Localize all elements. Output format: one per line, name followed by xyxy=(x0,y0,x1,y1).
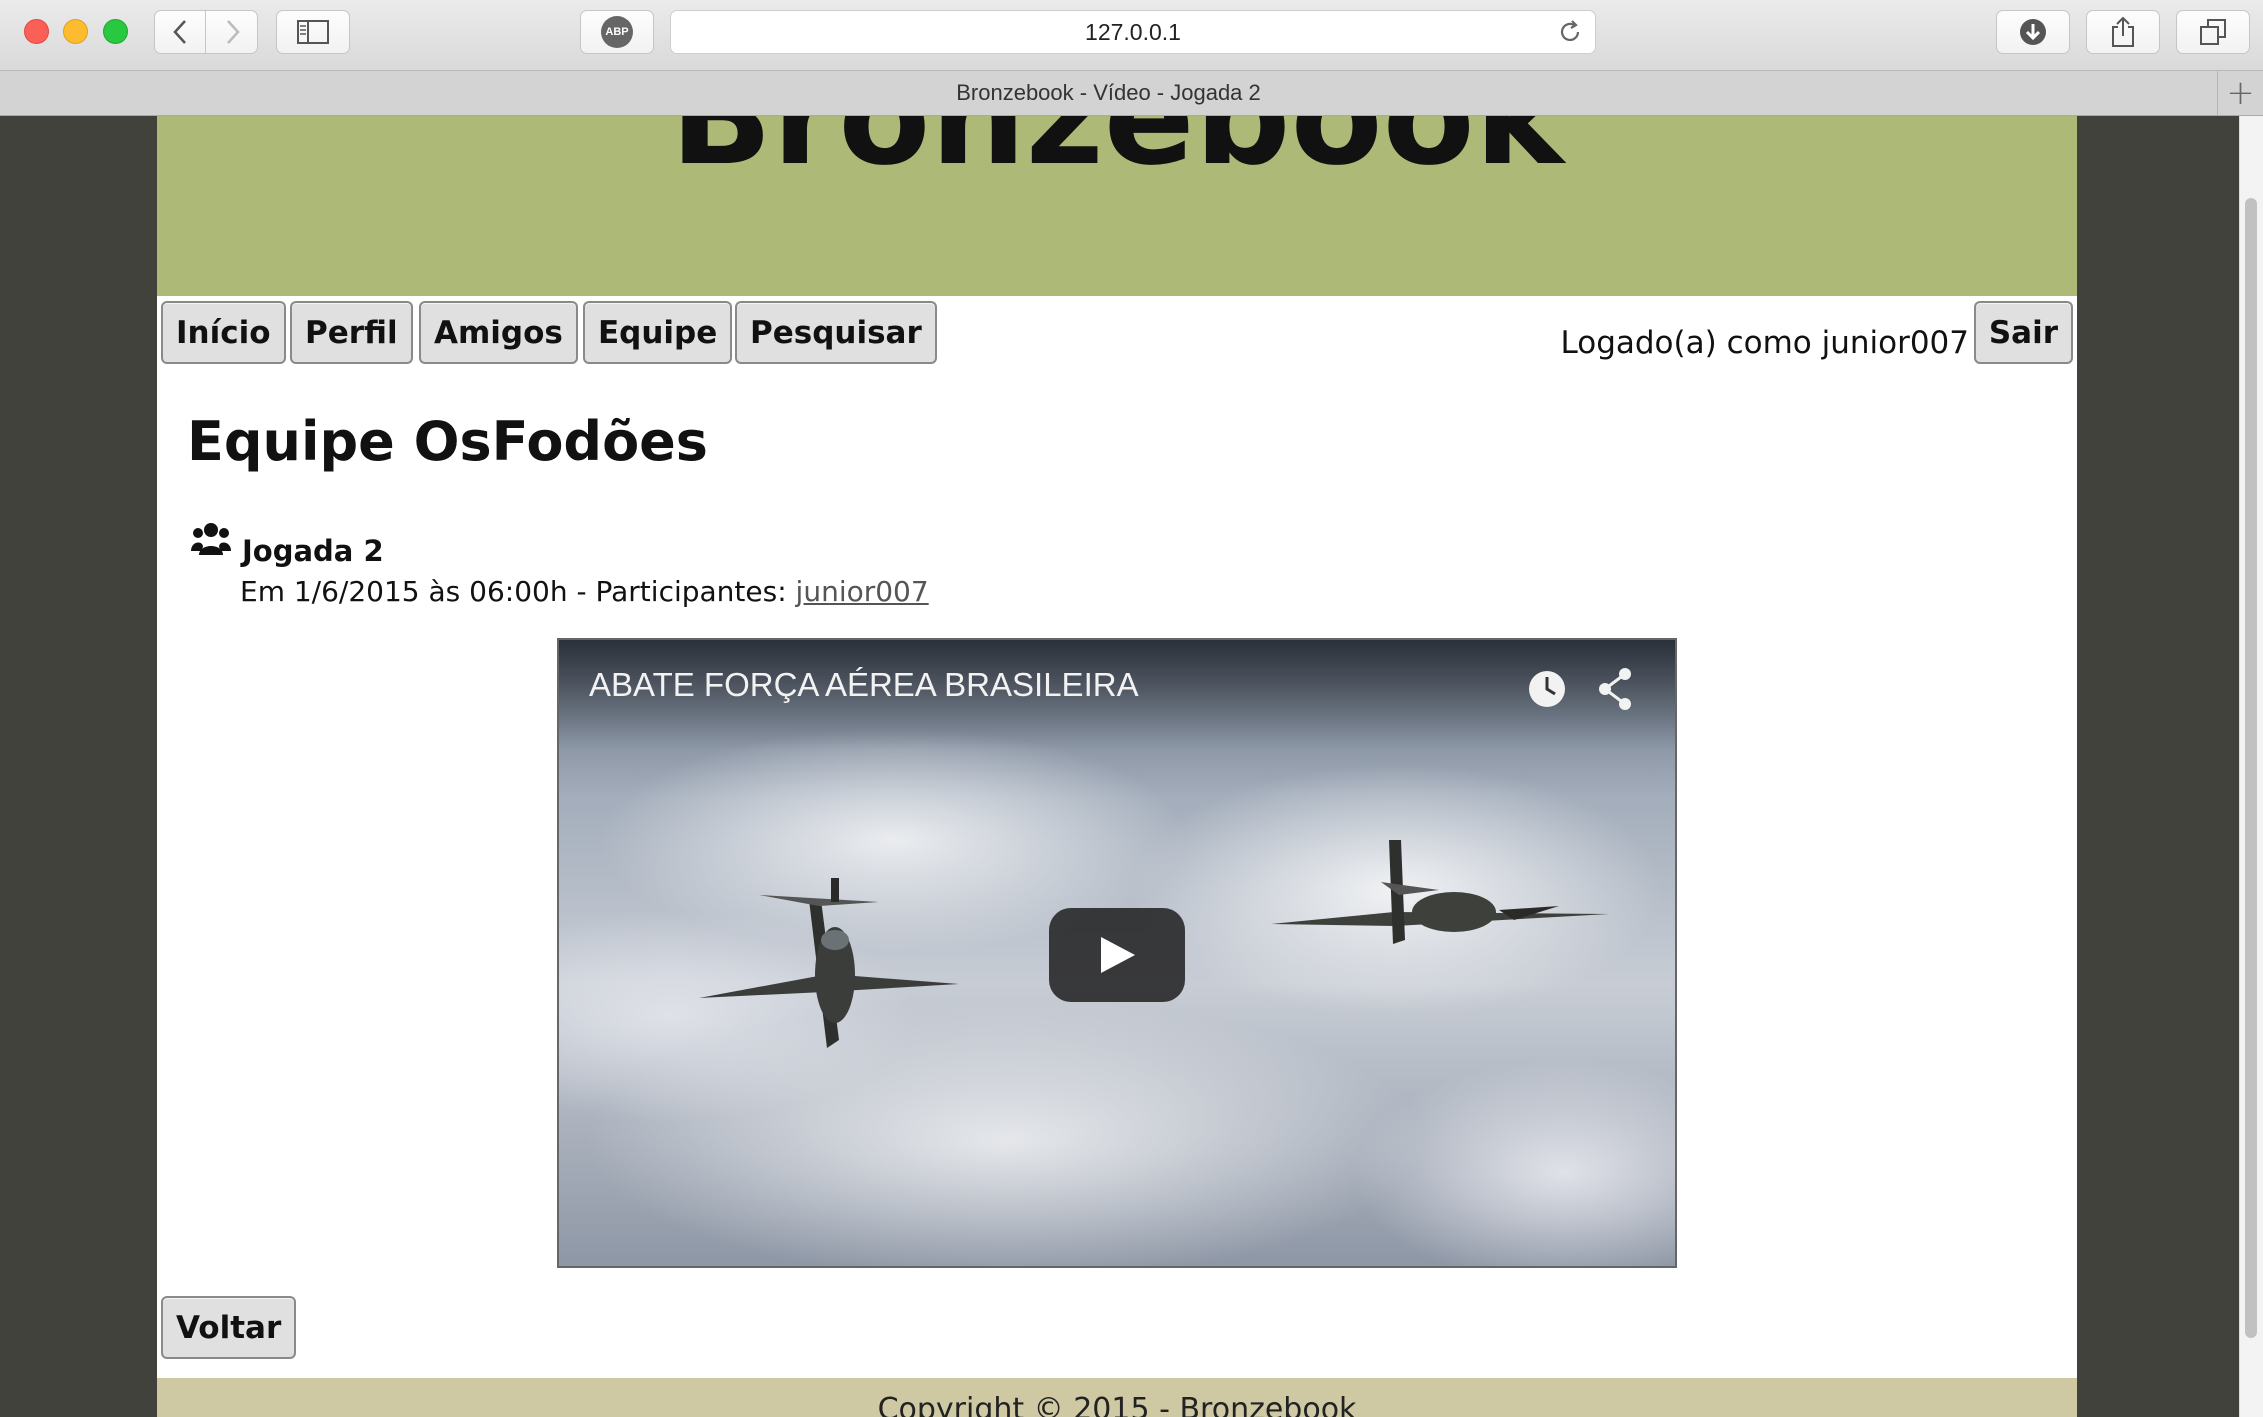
watch-later-icon[interactable] xyxy=(1529,671,1565,707)
play-meta-text: Em 1/6/2015 às 06:00h - Participantes: xyxy=(240,575,796,608)
group-icon xyxy=(191,523,231,555)
address-bar[interactable]: 127.0.0.1 xyxy=(670,10,1596,54)
sidebar-toggle-button[interactable] xyxy=(276,10,350,54)
video-player[interactable]: ABATE FORÇA AÉREA BRASILEIRA xyxy=(557,638,1677,1268)
play-icon xyxy=(1101,937,1135,973)
url-text: 127.0.0.1 xyxy=(1085,18,1181,45)
new-tab-button[interactable]: + xyxy=(2217,71,2263,115)
site-header: Bronzebook xyxy=(157,116,2077,296)
close-window-button[interactable] xyxy=(24,19,49,44)
nav-inicio-button[interactable]: Início xyxy=(161,301,286,364)
tabs-overview-button[interactable] xyxy=(2176,10,2250,54)
share-icon xyxy=(2112,16,2134,47)
nav-equipe-button[interactable]: Equipe xyxy=(583,301,733,364)
tabs-icon xyxy=(2200,19,2226,45)
minimize-window-button[interactable] xyxy=(63,19,88,44)
history-nav xyxy=(154,10,258,54)
share-button[interactable] xyxy=(2086,10,2160,54)
scrollbar-thumb[interactable] xyxy=(2245,198,2257,1338)
adblock-button[interactable]: ABP xyxy=(580,10,654,54)
nav-pesquisar-button[interactable]: Pesquisar xyxy=(735,301,937,364)
logout-button[interactable]: Sair xyxy=(1973,301,2073,364)
download-icon xyxy=(2020,19,2046,45)
page-title: Equipe OsFodões xyxy=(187,410,708,473)
browser-toolbar: ABP 127.0.0.1 xyxy=(0,0,2263,70)
play-title: Jogada 2 xyxy=(242,534,384,568)
participant-link[interactable]: junior007 xyxy=(796,575,929,608)
page-viewport: Bronzebook Início Perfil Amigos Equipe P… xyxy=(0,116,2263,1417)
footer-text: Copyright © 2015 - Bronzebook xyxy=(877,1392,1357,1417)
sidebar-icon xyxy=(297,20,329,44)
scrollbar[interactable] xyxy=(2239,116,2263,1417)
reload-icon[interactable] xyxy=(1557,19,1583,45)
back-button[interactable] xyxy=(155,11,206,53)
back-button[interactable]: Voltar xyxy=(161,1296,297,1359)
active-tab[interactable]: Bronzebook - Vídeo - Jogada 2 xyxy=(0,71,2217,115)
forward-button[interactable] xyxy=(207,11,257,53)
play-button[interactable] xyxy=(1049,908,1185,1002)
site-footer: Copyright © 2015 - Bronzebook xyxy=(157,1378,2077,1417)
zoom-window-button[interactable] xyxy=(103,19,128,44)
chevron-left-icon xyxy=(173,20,186,44)
video-title[interactable]: ABATE FORÇA AÉREA BRASILEIRA xyxy=(589,666,1139,704)
logged-in-status: Logado(a) como junior007 xyxy=(1560,324,1969,361)
share-icon[interactable] xyxy=(1599,668,1631,710)
nav-perfil-button[interactable]: Perfil xyxy=(290,301,413,364)
site-title: Bronzebook xyxy=(670,116,1564,195)
chevron-right-icon xyxy=(226,20,240,44)
tab-bar: Bronzebook - Vídeo - Jogada 2 + xyxy=(0,70,2263,116)
adblock-icon: ABP xyxy=(601,16,633,48)
play-meta: Em 1/6/2015 às 06:00h - Participantes: j… xyxy=(240,575,929,608)
downloads-button[interactable] xyxy=(1996,10,2070,54)
video-controls xyxy=(1529,668,1631,710)
plus-icon: + xyxy=(2226,73,2255,113)
page-content: Bronzebook Início Perfil Amigos Equipe P… xyxy=(157,116,2077,1417)
nav-amigos-button[interactable]: Amigos xyxy=(419,301,578,364)
